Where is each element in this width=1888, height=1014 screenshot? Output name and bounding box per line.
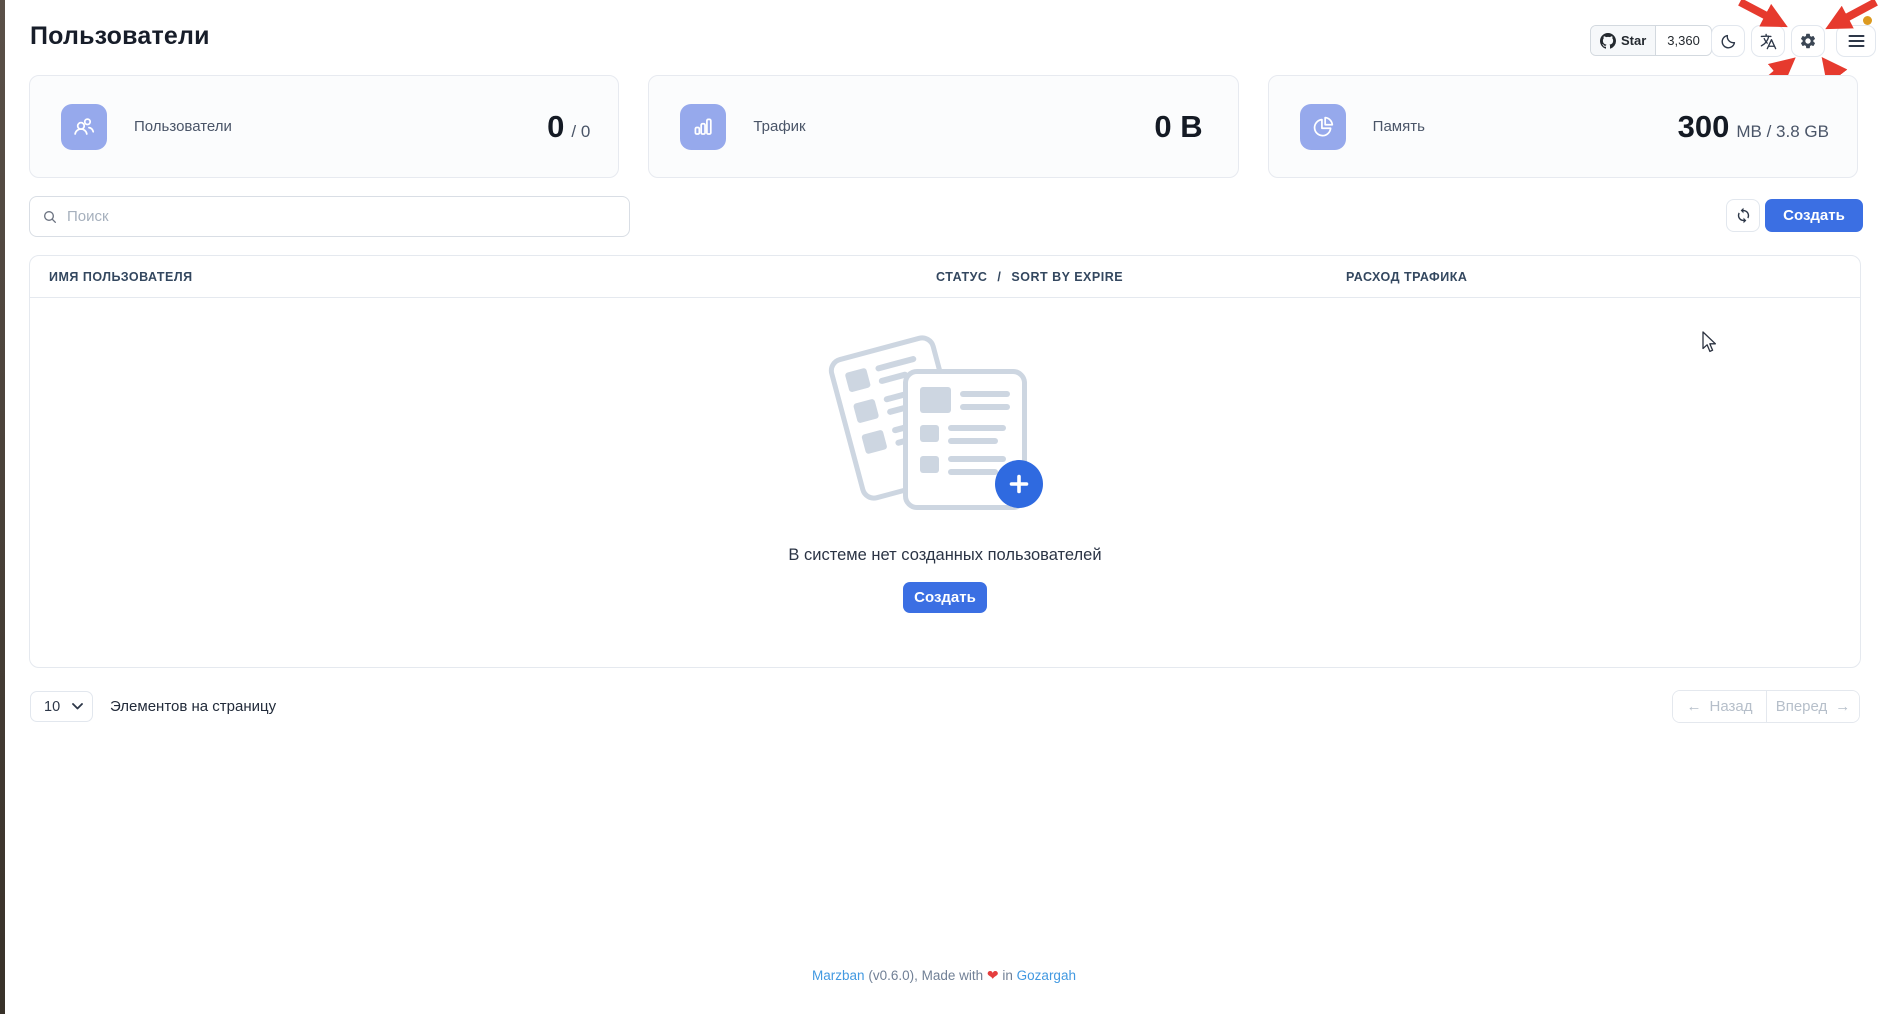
empty-state: В системе нет созданных пользователей Со… [30,342,1860,613]
github-star-label: Star [1621,33,1646,48]
footer: Marzban (v0.6.0), Made with ❤ in Gozarga… [0,967,1888,984]
traffic-icon [690,114,716,140]
column-header-status-sort[interactable]: СТАТУС / SORT BY EXPIRE [936,256,1123,298]
empty-state-create-button[interactable]: Создать [903,582,987,613]
card-suffix: / 0 [571,122,590,142]
memory-stat-card: Память 300 MB / 3.8 GB [1268,75,1858,178]
table-header-row: ИМЯ ПОЛЬЗОВАТЕЛЯ СТАТУС / SORT BY EXPIRE… [30,256,1860,298]
page-size-value: 10 [44,699,60,715]
page-size-label: Элементов на страницу [110,691,276,722]
prev-page-button[interactable]: ← Назад [1673,691,1766,722]
page-size-select[interactable]: 10 [30,691,93,722]
card-label: Трафик [753,118,805,135]
heart-icon: ❤ [987,967,999,983]
gozargah-link[interactable]: Gozargah [1017,968,1076,983]
page-title: Пользователи [30,22,210,51]
notification-dot [1863,16,1872,25]
github-star-count[interactable]: 3,360 [1656,26,1711,55]
marzban-users-page: Пользователи Star 3,360 [0,0,1888,1014]
github-star-button[interactable]: Star 3,360 [1590,25,1712,56]
card-label: Пользователи [134,118,232,135]
left-arrow-icon: ← [1687,698,1702,715]
plus-icon [1007,472,1031,496]
create-button[interactable]: Создать [1765,199,1863,232]
card-value: 300 [1678,109,1730,145]
translate-icon [1759,32,1778,51]
add-user-plus-button[interactable] [995,460,1043,508]
users-stat-card: Пользователи 0 / 0 [29,75,619,178]
card-value: 0 [547,109,564,145]
card-suffix: MB / 3.8 GB [1736,122,1829,142]
github-star-segment[interactable]: Star [1591,26,1656,55]
card-label: Память [1373,118,1425,135]
traffic-stat-card: Трафик 0 B [648,75,1238,178]
menu-button[interactable] [1836,25,1876,57]
chevron-down-icon [72,703,83,710]
arrow-top-left [1740,2,1780,23]
screen-left-edge [0,0,5,1014]
theme-toggle-button[interactable] [1711,25,1745,57]
pager: ← Назад Вперед → [1672,690,1860,723]
column-header-username[interactable]: ИМЯ ПОЛЬЗОВАТЕЛЯ [49,256,193,298]
column-header-traffic[interactable]: РАСХОД ТРАФИКА [1346,256,1467,298]
settings-button[interactable] [1791,25,1825,57]
memory-icon [1310,114,1336,140]
search-icon [42,209,58,225]
footer-text-in: in [1002,968,1013,983]
search-box [29,196,630,237]
card-value: 0 B [1154,109,1202,145]
marzban-link[interactable]: Marzban [812,968,865,983]
users-table: ИМЯ ПОЛЬЗОВАТЕЛЯ СТАТУС / SORT BY EXPIRE… [29,255,1861,668]
empty-state-message: В системе нет созданных пользователей [788,546,1101,565]
hamburger-icon [1848,34,1865,48]
moon-icon [1720,33,1737,50]
stats-cards: Пользователи 0 / 0 Трафик 0 B Память 300 [29,75,1858,178]
refresh-button[interactable] [1726,199,1760,232]
refresh-icon [1735,207,1752,224]
language-button[interactable] [1751,25,1785,57]
footer-text: (v0.6.0), Made with [868,968,983,983]
next-page-button[interactable]: Вперед → [1766,691,1859,722]
empty-documents-illustration [829,342,1061,528]
github-icon [1600,33,1616,49]
gear-icon [1799,32,1817,50]
search-input[interactable] [67,208,617,225]
right-arrow-icon: → [1835,698,1850,715]
users-icon [71,114,97,140]
